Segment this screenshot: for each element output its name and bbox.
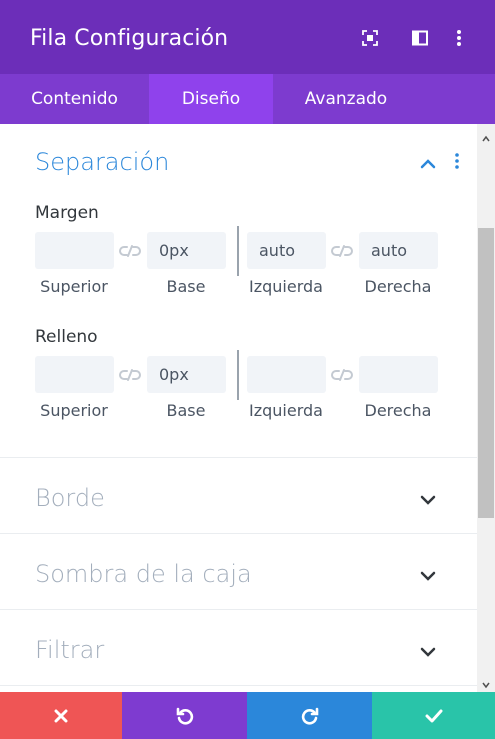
padding-top-input[interactable] <box>35 356 114 393</box>
link-icon[interactable] <box>119 244 141 258</box>
margin-label: Margen <box>35 203 99 223</box>
tab-design[interactable]: Diseño <box>149 74 273 124</box>
link-icon[interactable] <box>331 244 353 258</box>
section-divider <box>0 609 477 610</box>
scroll-up-icon[interactable] <box>482 130 490 142</box>
undo-icon <box>175 707 195 725</box>
section-title-filter[interactable]: Filtrar <box>35 636 104 664</box>
focus-icon[interactable] <box>361 29 379 47</box>
close-icon <box>54 709 68 723</box>
scroll-down-icon[interactable] <box>482 676 490 689</box>
margin-left-label: Izquierda <box>249 277 323 296</box>
margin-top-input[interactable] <box>35 232 114 269</box>
section-options-icon[interactable] <box>452 152 462 170</box>
section-divider <box>0 685 477 686</box>
divider-line <box>237 350 239 400</box>
padding-left-input[interactable] <box>247 356 326 393</box>
margin-bottom-input[interactable]: 0px <box>147 232 226 269</box>
margin-bottom-label: Base <box>166 277 206 296</box>
padding-right-input[interactable] <box>359 356 438 393</box>
undo-button[interactable] <box>122 692 247 739</box>
divider-line <box>237 226 239 276</box>
modal-header: Fila Configuración <box>0 0 495 74</box>
scrollbar-thumb[interactable] <box>478 228 494 518</box>
modal-title: Fila Configuración <box>30 26 229 51</box>
chevron-down-icon[interactable] <box>420 568 436 581</box>
padding-left-label: Izquierda <box>249 401 323 420</box>
margin-top-label: Superior <box>40 277 108 296</box>
section-divider <box>0 457 477 458</box>
tab-content[interactable]: Contenido <box>0 74 149 124</box>
sidebar-toggle-icon[interactable] <box>411 29 429 47</box>
padding-bottom-input[interactable]: 0px <box>147 356 226 393</box>
tab-bar: Contenido Diseño Avanzado <box>0 74 495 124</box>
margin-left-input[interactable]: auto <box>247 232 326 269</box>
action-footer <box>0 692 495 739</box>
section-title-box-shadow[interactable]: Sombra de la caja <box>35 560 252 588</box>
section-title-border[interactable]: Borde <box>35 484 105 512</box>
discard-button[interactable] <box>0 692 122 739</box>
chevron-down-icon[interactable] <box>420 644 436 657</box>
settings-panel: Separación Margen 0px auto auto Superior… <box>0 124 477 692</box>
padding-label: Relleno <box>35 327 98 347</box>
margin-right-label: Derecha <box>364 277 432 296</box>
scrollbar[interactable] <box>477 124 495 692</box>
check-icon <box>425 709 443 723</box>
link-icon[interactable] <box>119 368 141 382</box>
section-title-spacing[interactable]: Separación <box>35 148 169 176</box>
chevron-down-icon[interactable] <box>420 492 436 505</box>
save-button[interactable] <box>372 692 495 739</box>
section-divider <box>0 533 477 534</box>
redo-button[interactable] <box>247 692 372 739</box>
padding-right-label: Derecha <box>364 401 432 420</box>
padding-bottom-label: Base <box>166 401 206 420</box>
link-icon[interactable] <box>331 368 353 382</box>
padding-top-label: Superior <box>40 401 108 420</box>
tab-advanced[interactable]: Avanzado <box>273 74 419 124</box>
redo-icon <box>300 707 320 725</box>
chevron-up-icon[interactable] <box>420 156 436 169</box>
margin-right-input[interactable]: auto <box>359 232 438 269</box>
more-vertical-icon[interactable] <box>454 29 464 47</box>
